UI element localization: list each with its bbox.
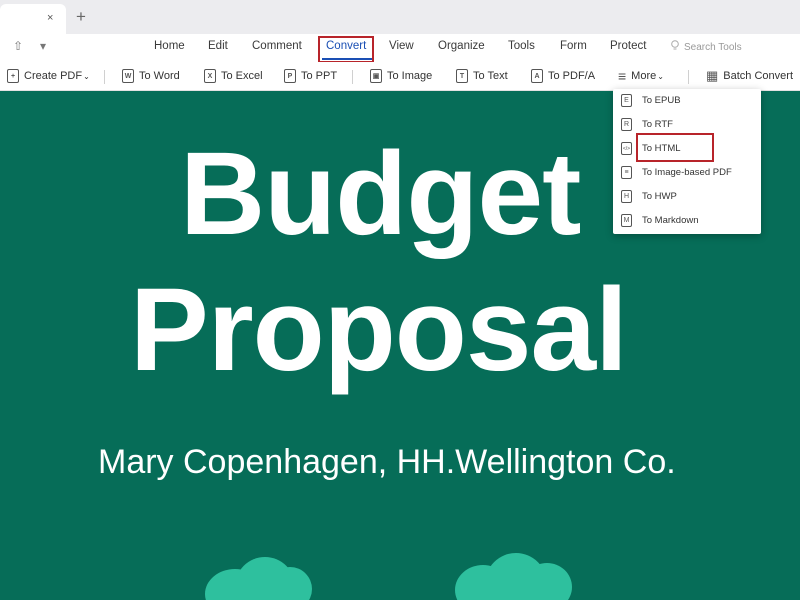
toolbar-divider	[688, 70, 689, 84]
search-tools[interactable]: Search Tools	[670, 40, 742, 53]
more-button[interactable]: ≡ More ⌄	[618, 67, 664, 85]
to-image-button[interactable]: ▣ To Image	[370, 67, 432, 85]
to-excel-button[interactable]: X To Excel	[204, 67, 263, 85]
epub-icon: E	[621, 93, 632, 107]
chevron-down-icon: ⌄	[657, 71, 664, 81]
html-icon: </>	[621, 141, 632, 155]
slide-title-line2: Proposal	[130, 264, 628, 396]
slide-subtitle: Mary Copenhagen, HH.Wellington Co.	[98, 443, 676, 481]
create-pdf-label: Create PDF	[24, 70, 83, 82]
share-icon[interactable]: ⇧	[13, 39, 23, 53]
toolbar-divider	[352, 70, 353, 84]
markdown-icon: M	[621, 213, 632, 227]
to-image-label: To Image	[387, 70, 433, 82]
close-tab-icon[interactable]: ×	[47, 12, 53, 24]
to-text-button[interactable]: T To Text	[456, 67, 508, 85]
menu-home[interactable]: Home	[154, 40, 185, 52]
menu-edit[interactable]: Edit	[208, 40, 228, 52]
toolbar-divider	[104, 70, 105, 84]
slide-title-line1: Budget	[180, 128, 581, 260]
to-word-button[interactable]: W To Word	[122, 67, 180, 85]
excel-icon: X	[204, 69, 216, 83]
menu-protect[interactable]: Protect	[610, 40, 646, 52]
image-icon: ▣	[370, 69, 382, 83]
document-tab[interactable]: ×	[0, 4, 66, 34]
to-pdfa-button[interactable]: A To PDF/A	[531, 67, 595, 85]
to-pdfa-label: To PDF/A	[548, 70, 596, 82]
to-word-label: To Word	[139, 70, 180, 82]
new-tab-icon[interactable]: +	[76, 8, 86, 25]
ppt-icon: P	[284, 69, 296, 83]
word-icon: W	[122, 69, 134, 83]
batch-convert-icon: ▦	[706, 68, 719, 83]
tab-strip: × +	[0, 0, 800, 34]
quick-access-dropdown-icon[interactable]: ▾	[40, 39, 46, 53]
to-html-highlight-box	[636, 133, 714, 162]
menu-tools[interactable]: Tools	[508, 40, 535, 52]
hwp-icon: H	[621, 189, 632, 203]
chevron-down-icon: ⌄	[83, 71, 90, 81]
convert-highlight-box	[318, 36, 374, 63]
convert-toolbar: + Create PDF ⌄ W To Word X To Excel P To…	[0, 62, 800, 91]
menu-view[interactable]: View	[389, 40, 414, 52]
menu-organize[interactable]: Organize	[438, 40, 485, 52]
create-pdf-button[interactable]: + Create PDF ⌄	[7, 67, 90, 85]
dropdown-item-to-markdown[interactable]: M To Markdown	[613, 209, 761, 231]
text-icon: T	[456, 69, 468, 83]
create-pdf-icon: +	[7, 69, 19, 83]
batch-convert-label: Batch Convert	[723, 70, 793, 82]
bulb-icon	[671, 40, 679, 50]
image-based-pdf-icon: ≡	[621, 165, 632, 179]
dropdown-item-label: To RTF	[642, 118, 673, 130]
dropdown-item-label: To HWP	[642, 190, 677, 202]
dropdown-item-to-rtf[interactable]: R To RTF	[613, 113, 761, 135]
dropdown-item-label: To EPUB	[642, 94, 681, 106]
dropdown-item-label: To Markdown	[642, 214, 699, 226]
menu-comment[interactable]: Comment	[252, 40, 302, 52]
more-label: More	[631, 70, 657, 82]
to-ppt-button[interactable]: P To PPT	[284, 67, 337, 85]
more-icon: ≡	[618, 68, 627, 84]
search-placeholder: Search Tools	[684, 42, 742, 53]
dropdown-item-to-hwp[interactable]: H To HWP	[613, 185, 761, 207]
rtf-icon: R	[621, 117, 632, 131]
dropdown-item-to-epub[interactable]: E To EPUB	[613, 89, 761, 111]
pdfa-icon: A	[531, 69, 543, 83]
batch-convert-button[interactable]: ▦ Batch Convert	[706, 67, 793, 85]
to-excel-label: To Excel	[221, 70, 263, 82]
dropdown-item-to-image-based-pdf[interactable]: ≡ To Image-based PDF	[613, 161, 761, 183]
menu-form[interactable]: Form	[560, 40, 587, 52]
dropdown-item-label: To Image-based PDF	[642, 166, 732, 178]
to-ppt-label: To PPT	[301, 70, 338, 82]
to-text-label: To Text	[473, 70, 508, 82]
